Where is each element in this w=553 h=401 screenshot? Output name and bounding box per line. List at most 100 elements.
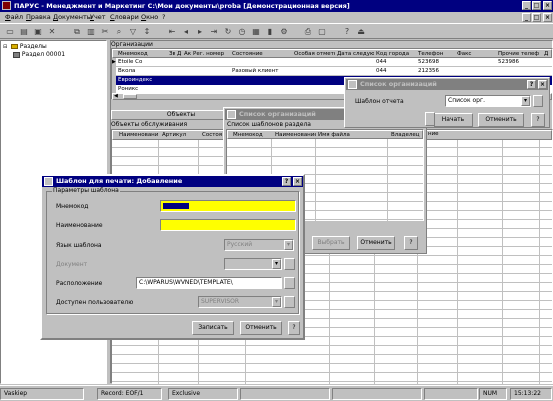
app-title: ПАРУС - Менеджмент и Маркетинг C:\Мои до… [14,2,350,10]
close-icon[interactable]: × [543,1,552,10]
sort-icon[interactable]: ↕ [140,26,154,39]
find-icon[interactable]: ⌕ [112,26,126,39]
document-browse-button[interactable] [284,258,295,270]
status-record: Record: EOF/1 [97,388,162,400]
location-field[interactable]: C:\WPARUS\WVNED\TEMPLATE\ [136,277,282,289]
menu-accounting[interactable]: Учет [90,12,106,23]
partial-button[interactable] [425,112,435,126]
chevron-down-icon[interactable]: ▾ [284,240,293,250]
language-select[interactable]: Русский ▾ [224,239,294,251]
menu-documents[interactable]: Документы [53,12,92,23]
settings-icon[interactable]: ⚙ [277,26,291,39]
objects-subtitle: Объекты обслуживания [111,121,188,128]
mdi-minimize-icon[interactable]: _ [522,13,531,22]
status-bar: Vaskiep Record: EOF/1 Exclusive NUM 15:1… [0,385,553,401]
status-time: 15:13:22 [510,388,552,400]
col-filename[interactable]: Имя файла [317,131,387,140]
refresh-icon[interactable]: ↻ [221,26,235,39]
menu-dictionaries[interactable]: Словари [110,12,139,23]
tree-item-section[interactable]: Раздел 00001 [13,51,65,60]
location-label: Расположение [56,280,103,287]
document-select[interactable]: ▾ [224,258,282,270]
toolbar: ▭ ▤ ▣ ✕ ⧉ ▥ ✂ ⌕ ▽ ↕ ⇤ ◂ ▸ ⇥ ↻ ◷ ▦ ▮ ⚙ ⎙ … [0,23,553,39]
help-button[interactable]: ? [288,321,300,335]
col-article[interactable]: Артикул [161,131,199,140]
menu-help[interactable]: ? [162,12,165,23]
chevron-down-icon[interactable]: ▾ [521,96,530,106]
menu-file[interactable]: Файл [5,12,23,23]
chevron-down-icon[interactable]: ▾ [272,259,281,269]
table-row[interactable]: Etoile Co 044 523698 523986 [116,58,552,67]
col-mnemo[interactable]: Мнемокод [232,131,272,140]
scroll-left-icon[interactable]: ◀ [114,93,118,99]
mnemo-field[interactable] [160,200,296,212]
first-icon[interactable]: ⇤ [165,26,179,39]
scroll-thumb[interactable] [123,94,137,99]
menu-edit[interactable]: Правка [26,12,51,23]
cancel-button[interactable]: Отменить [357,236,395,250]
name-field[interactable] [160,219,296,231]
filter-icon[interactable]: ▽ [126,26,140,39]
col-owner[interactable]: Владелец [390,131,424,140]
templates-subtitle: Список шаблонов раздела [227,121,311,128]
org-list-dialog-titlebar: Список организаций ? × [346,79,548,90]
exit-icon[interactable]: ⏏ [354,26,368,39]
menu-window[interactable]: Окно [141,12,158,23]
location-browse-button[interactable] [284,277,295,289]
col-name[interactable]: Наименование [118,131,158,140]
chart-icon[interactable]: ▮ [263,26,277,39]
mnemo-label: Мнемокод [56,203,89,210]
tree-expand-icon[interactable]: ⊟ [3,44,9,50]
dialog-help-icon[interactable]: ? [282,177,291,186]
prev-icon[interactable]: ◂ [179,26,193,39]
new-icon[interactable]: ▭ [3,26,17,39]
extra-button[interactable] [533,95,543,107]
status-num: NUM [479,388,507,400]
col-name[interactable]: Наименование [274,131,316,140]
paste-icon[interactable]: ▥ [84,26,98,39]
user-browse-button[interactable] [284,296,295,308]
copy-icon[interactable]: ⧉ [70,26,84,39]
last-icon[interactable]: ⇥ [207,26,221,39]
help-icon[interactable]: ? [340,26,354,39]
org-grid-header: Мнемокод Зв Д Ак Рег. номер Состояние Ос… [112,49,552,58]
save-icon[interactable]: ▣ [31,26,45,39]
restore-icon[interactable]: □ [532,1,541,10]
app-title-bar: ПАРУС - Менеджмент и Маркетинг C:\Мои до… [0,0,553,12]
cut-icon[interactable]: ✂ [98,26,112,39]
user-select[interactable]: SUPERVISOR ▾ [198,296,282,308]
choose-button[interactable]: Выбрать [312,236,350,250]
dialog-close-icon[interactable]: × [293,177,302,186]
preview-icon[interactable]: ▢ [315,26,329,39]
document-label: Документ [56,261,88,268]
app-icon[interactable] [2,1,11,10]
clock-icon[interactable]: ◷ [235,26,249,39]
help-button[interactable]: ? [404,236,418,250]
cancel-button[interactable]: Отменить [240,321,282,335]
mdi-restore-icon[interactable]: □ [532,13,541,22]
folder-icon [10,44,18,49]
org-list-dialog: Список организаций ? × Шаблон отчета Спи… [344,77,550,128]
name-label: Наименование [56,222,103,229]
org-panel-title: Организации [111,41,153,48]
delete-icon[interactable]: ✕ [45,26,59,39]
report-template-select[interactable]: Список орг. ▾ [445,95,531,107]
save-button[interactable]: Записать [192,321,234,335]
calc-icon[interactable]: ▦ [249,26,263,39]
help-button[interactable]: ? [531,113,545,127]
chevron-down-icon[interactable]: ▾ [272,297,281,307]
dialog-close-icon[interactable]: × [538,80,547,89]
menu-bar: Файл Правка Документы Учет Словари Окно … [0,12,553,23]
open-icon[interactable]: ▤ [17,26,31,39]
template-add-titlebar: Шаблон для печати: Добавление ? × [42,176,303,187]
status-blank-1 [240,388,330,400]
minimize-icon[interactable]: _ [522,1,531,10]
print-icon[interactable]: ⎙ [301,26,315,39]
table-row[interactable]: Вкола Разовый клиент 044 212356 [116,67,552,76]
next-icon[interactable]: ▸ [193,26,207,39]
group-label: Параметры шаблона [52,187,120,194]
dialog-help-icon[interactable]: ? [527,80,536,89]
mdi-close-icon[interactable]: × [543,13,552,22]
cancel-button[interactable]: Отменить [478,113,524,127]
start-button[interactable]: Начать [433,113,473,127]
